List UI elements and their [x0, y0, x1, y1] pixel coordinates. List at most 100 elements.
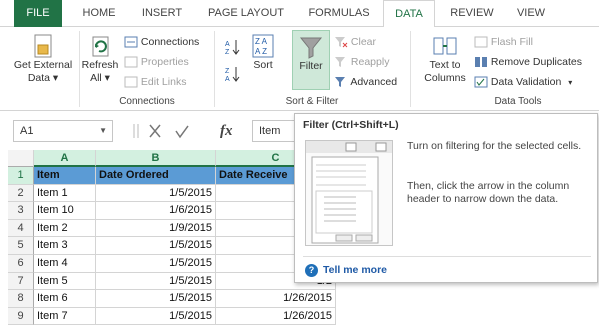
tab-formulas[interactable]: FORMULAS: [300, 0, 378, 27]
table-cell[interactable]: 1/26/2015: [216, 307, 336, 325]
svg-text:A: A: [225, 76, 230, 83]
insert-function-button[interactable]: fx: [220, 120, 244, 142]
data-validation-button[interactable]: Data Validation ▾: [474, 73, 572, 91]
group-label-data-tools: Data Tools: [494, 96, 542, 107]
edit-links-button[interactable]: Edit Links: [124, 73, 186, 91]
clear-filter-button[interactable]: Clear: [334, 33, 376, 51]
properties-button[interactable]: Properties: [124, 53, 189, 71]
edit-links-label: Edit Links: [140, 76, 187, 88]
reapply-button[interactable]: Reapply: [334, 53, 389, 71]
sort-descending-icon: Z A: [225, 67, 240, 83]
connections-label: Connections: [140, 36, 200, 48]
row-header[interactable]: 2: [8, 184, 34, 203]
name-box-dropdown-icon[interactable]: ▼: [99, 121, 107, 141]
tab-insert[interactable]: INSERT: [134, 0, 190, 27]
tooltip-description-1: Turn on filtering for the selected cells…: [407, 140, 582, 152]
svg-text:A: A: [225, 41, 230, 48]
table-cell[interactable]: 1/9/2015: [96, 219, 216, 238]
ribbon-tab-bar: FILE HOME INSERT PAGE LAYOUT FORMULAS DA…: [0, 0, 599, 28]
header-cell[interactable]: Item: [34, 167, 96, 185]
row-header[interactable]: 5: [8, 237, 34, 255]
remove-duplicates-label: Remove Duplicates: [490, 56, 582, 68]
column-header-b[interactable]: B: [96, 150, 216, 167]
table-cell[interactable]: 1/26/2015: [216, 290, 336, 308]
tooltip-divider: [303, 256, 591, 257]
table-cell[interactable]: Item 6: [34, 290, 96, 308]
data-validation-icon: [474, 76, 488, 88]
row-header[interactable]: 7: [8, 272, 34, 291]
row-header[interactable]: 6: [8, 255, 34, 273]
tooltip-title: Filter (Ctrl+Shift+L): [303, 119, 399, 131]
tell-me-more-label: Tell me more: [323, 264, 387, 276]
table-cell[interactable]: Item 1: [34, 184, 96, 203]
connections-icon: [124, 36, 138, 48]
row-header[interactable]: 4: [8, 219, 34, 238]
tab-data[interactable]: DATA: [383, 0, 435, 28]
flash-fill-button[interactable]: Flash Fill: [474, 33, 533, 51]
row-header[interactable]: 3: [8, 202, 34, 220]
column-header-a[interactable]: A: [34, 150, 96, 167]
clear-label: Clear: [350, 36, 377, 48]
table-cell[interactable]: Item 4: [34, 255, 96, 273]
select-all-corner[interactable]: [8, 150, 34, 167]
tab-page-layout[interactable]: PAGE LAYOUT: [200, 0, 292, 27]
filter-funnel-icon: [299, 37, 323, 59]
remove-duplicates-button[interactable]: Remove Duplicates: [474, 53, 582, 71]
sort-z-a-button[interactable]: Z A: [224, 65, 240, 83]
data-validation-dropdown-icon[interactable]: ▾: [568, 78, 572, 87]
tab-file[interactable]: FILE: [14, 0, 62, 27]
refresh-all-button[interactable]: Refresh All ▾: [80, 33, 120, 85]
sort-button[interactable]: Z A A Z Sort: [246, 33, 280, 72]
sort-dialog-icon: Z A A Z: [252, 34, 274, 58]
name-box[interactable]: A1 ▼: [13, 120, 113, 142]
table-cell[interactable]: 1/5/2015: [96, 290, 216, 308]
row-header[interactable]: 8: [8, 290, 34, 308]
get-external-data-icon: [34, 34, 52, 58]
data-validation-label: Data Validation: [490, 76, 562, 88]
svg-text:Z: Z: [225, 49, 230, 56]
tab-review[interactable]: REVIEW: [443, 0, 501, 27]
get-external-label-1: Get External: [13, 59, 73, 71]
group-label-sort-filter: Sort & Filter: [285, 96, 339, 107]
tab-view[interactable]: VIEW: [508, 0, 554, 27]
table-cell[interactable]: Item 3: [34, 237, 96, 255]
advanced-filter-button[interactable]: Advanced: [334, 73, 397, 91]
table-cell[interactable]: 1/5/2015: [96, 237, 216, 255]
tab-home[interactable]: HOME: [74, 0, 124, 27]
table-cell[interactable]: 1/5/2015: [96, 307, 216, 325]
tell-me-more-link[interactable]: ? Tell me more: [305, 262, 387, 278]
connections-button[interactable]: Connections: [124, 33, 199, 51]
table-cell[interactable]: 1/5/2015: [96, 184, 216, 203]
tooltip-description-2: Then, click the arrow in the column head…: [407, 180, 570, 205]
advanced-filter-icon: [335, 77, 345, 88]
refresh-label-2: All ▾: [90, 72, 110, 84]
group-separator: [410, 31, 411, 107]
text-to-columns-icon: [433, 37, 457, 55]
filter-preview-image: [305, 140, 393, 246]
table-cell[interactable]: Item 7: [34, 307, 96, 325]
formula-input-value: Item: [259, 125, 281, 137]
filter-button[interactable]: Filter: [292, 30, 330, 90]
sort-a-z-button[interactable]: A Z: [224, 37, 240, 56]
row-header[interactable]: 9: [8, 307, 34, 325]
row-header[interactable]: 1: [8, 167, 34, 185]
header-cell[interactable]: Date Ordered: [96, 167, 216, 185]
svg-text:Z A: Z A: [255, 37, 268, 46]
ribbon-data: Get External Data ▾ Refresh All ▾ Connec…: [0, 27, 599, 111]
text-to-columns-button[interactable]: Text to Columns: [418, 33, 472, 85]
table-cell[interactable]: 1/6/2015: [96, 202, 216, 220]
remove-duplicates-icon: [475, 57, 487, 68]
filter-label: Filter: [299, 60, 323, 72]
edit-links-icon: [124, 76, 138, 88]
table-cell[interactable]: Item 2: [34, 219, 96, 238]
table-cell[interactable]: Item 10: [34, 202, 96, 220]
excel-window: FILE HOME INSERT PAGE LAYOUT FORMULAS DA…: [0, 0, 599, 325]
table-cell[interactable]: 1/5/2015: [96, 272, 216, 291]
get-external-data-button[interactable]: Get External Data ▾: [8, 33, 78, 85]
text-to-columns-label-2: Columns: [424, 72, 466, 84]
advanced-label: Advanced: [350, 76, 398, 88]
filter-tooltip: Filter (Ctrl+Shift+L) Turn on filtering …: [294, 113, 598, 283]
svg-text:Z: Z: [225, 68, 230, 75]
table-cell[interactable]: Item 5: [34, 272, 96, 291]
table-cell[interactable]: 1/5/2015: [96, 255, 216, 273]
